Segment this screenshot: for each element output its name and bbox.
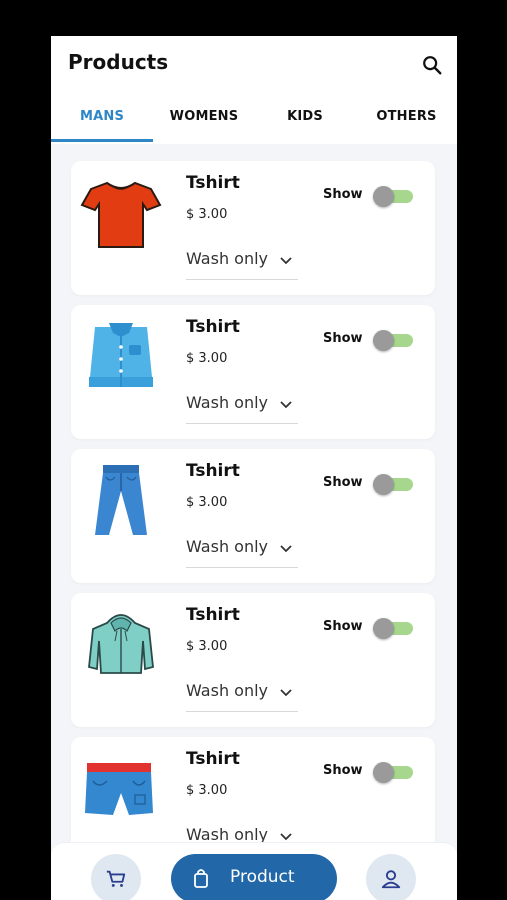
chevron-down-icon: [280, 257, 292, 265]
product-name: Tshirt: [186, 173, 240, 193]
chevron-down-icon: [280, 833, 292, 841]
category-tabs: MANS WOMENS KIDS OTHERS: [51, 100, 457, 144]
chevron-down-icon: [280, 689, 292, 697]
product-button-label: Product: [230, 867, 295, 887]
jacket-image: [88, 614, 154, 674]
product-name: Tshirt: [186, 605, 240, 625]
cart-icon: [106, 870, 126, 887]
show-label: Show: [323, 187, 363, 202]
product-price: $ 3.00: [186, 783, 228, 798]
product-list: Tshirt $ 3.00 Wash only Show Tshirt $ 3.…: [51, 144, 457, 900]
chevron-down-icon: [280, 545, 292, 553]
show-toggle[interactable]: [373, 185, 413, 207]
jeans-image: [95, 465, 147, 535]
show-toggle[interactable]: [373, 617, 413, 639]
product-price: $ 3.00: [186, 495, 228, 510]
show-label: Show: [323, 475, 363, 490]
user-icon: [381, 870, 401, 889]
cart-button[interactable]: [91, 854, 141, 900]
tab-mans[interactable]: MANS: [51, 100, 153, 144]
active-tab-indicator: [51, 139, 153, 142]
show-label: Show: [323, 763, 363, 778]
product-name: Tshirt: [186, 749, 240, 769]
show-toggle[interactable]: [373, 761, 413, 783]
search-icon[interactable]: [421, 54, 443, 76]
service-dropdown[interactable]: Wash only: [186, 679, 298, 712]
app-screen: Products MANS WOMENS KIDS OTHERS Tshirt …: [51, 36, 457, 900]
show-toggle[interactable]: [373, 473, 413, 495]
product-card[interactable]: Tshirt $ 3.00 Wash only Show: [71, 161, 435, 295]
product-price: $ 3.00: [186, 207, 228, 222]
show-toggle[interactable]: [373, 329, 413, 351]
shopping-bag-icon: [194, 869, 208, 888]
service-dropdown[interactable]: Wash only: [186, 391, 298, 424]
service-dropdown[interactable]: Wash only: [186, 247, 298, 280]
product-name: Tshirt: [186, 461, 240, 481]
blue-shirt-image: [89, 323, 153, 387]
product-card[interactable]: Tshirt $ 3.00 Wash only Show: [71, 449, 435, 583]
product-name: Tshirt: [186, 317, 240, 337]
tab-kids[interactable]: KIDS: [254, 100, 356, 144]
service-dropdown-label: Wash only: [186, 537, 269, 556]
product-button[interactable]: Product: [171, 854, 337, 900]
tab-womens[interactable]: WOMENS: [153, 100, 255, 144]
product-price: $ 3.00: [186, 351, 228, 366]
show-label: Show: [323, 331, 363, 346]
tab-others[interactable]: OTHERS: [356, 100, 457, 144]
page-title: Products: [68, 50, 169, 74]
shorts-image: [85, 763, 153, 815]
red-tshirt-image: [80, 181, 162, 248]
chevron-down-icon: [280, 401, 292, 409]
show-label: Show: [323, 619, 363, 634]
service-dropdown[interactable]: Wash only: [186, 535, 298, 568]
service-dropdown-label: Wash only: [186, 393, 269, 412]
app-header: Products MANS WOMENS KIDS OTHERS: [51, 36, 457, 144]
service-dropdown-label: Wash only: [186, 681, 269, 700]
profile-button[interactable]: [366, 854, 416, 900]
service-dropdown-label: Wash only: [186, 249, 269, 268]
bottom-nav: Product: [51, 842, 457, 900]
product-card[interactable]: Tshirt $ 3.00 Wash only Show: [71, 593, 435, 727]
product-card[interactable]: Tshirt $ 3.00 Wash only Show: [71, 305, 435, 439]
product-price: $ 3.00: [186, 639, 228, 654]
